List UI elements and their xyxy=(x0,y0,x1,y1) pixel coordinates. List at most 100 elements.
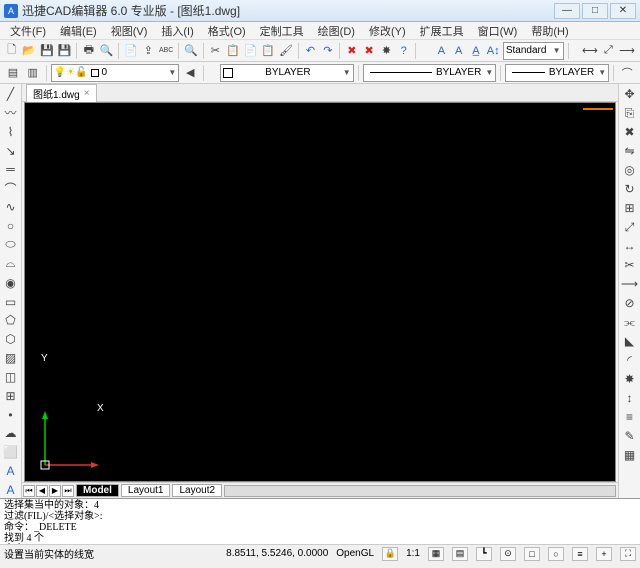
paste-icon[interactable]: 📄 xyxy=(243,42,259,60)
ellipse-icon[interactable]: ⬭ xyxy=(3,237,19,253)
osnap-toggle[interactable]: □ xyxy=(524,547,540,561)
xline-icon[interactable]: 〰 xyxy=(3,105,19,121)
polar-toggle[interactable]: ⊙ xyxy=(500,547,516,561)
new-icon[interactable]: 🗋 xyxy=(4,42,19,60)
close-button[interactable]: ✕ xyxy=(610,3,636,19)
text-height-icon[interactable]: A↕ xyxy=(486,42,501,60)
dim-linear-icon[interactable]: ⟷ xyxy=(581,42,599,60)
close-tab-icon[interactable]: × xyxy=(84,88,90,99)
annoscale-icon[interactable]: 🔒 xyxy=(382,547,398,561)
rotate-icon[interactable]: ↻ xyxy=(622,181,638,197)
minimize-button[interactable]: — xyxy=(554,3,580,19)
align-icon[interactable]: ≡ xyxy=(622,409,638,425)
menu-edit[interactable]: 编辑(E) xyxy=(54,22,103,40)
text-icon[interactable]: A xyxy=(3,482,19,498)
polyline-icon[interactable]: ⌇ xyxy=(3,124,19,140)
edit-pline-icon[interactable]: ✎ xyxy=(622,428,638,444)
ortho-toggle[interactable]: ┗ xyxy=(476,547,492,561)
copy-icon[interactable]: 📋 xyxy=(225,42,241,60)
point-icon[interactable]: • xyxy=(3,407,19,423)
delete-icon[interactable]: ✖ xyxy=(344,42,359,60)
menu-modify[interactable]: 修改(Y) xyxy=(363,22,412,40)
text-style-icon[interactable]: A̲ xyxy=(468,42,483,60)
layer-state-icon[interactable]: ▥ xyxy=(24,64,42,82)
join-icon[interactable]: ⫘ xyxy=(622,314,638,330)
chamfer-icon[interactable]: ◣ xyxy=(622,333,638,349)
purge-icon[interactable]: ✸ xyxy=(379,42,394,60)
array-icon[interactable]: ⊞ xyxy=(622,200,638,216)
export-icon[interactable]: ⇪ xyxy=(141,42,156,60)
region-icon[interactable]: ⬡ xyxy=(3,331,19,347)
insert-icon[interactable]: ⊞ xyxy=(3,388,19,404)
menu-view[interactable]: 视图(V) xyxy=(105,22,154,40)
open-icon[interactable]: 📂 xyxy=(21,42,37,60)
move-icon[interactable]: ✥ xyxy=(622,86,638,102)
mtext-icon[interactable]: A xyxy=(3,463,19,479)
spellcheck-icon[interactable]: ABC xyxy=(158,42,174,60)
menu-insert[interactable]: 插入(I) xyxy=(155,22,199,40)
saveall-icon[interactable]: 💾 xyxy=(57,42,73,60)
explode-icon[interactable]: ✸ xyxy=(622,371,638,387)
ellipse-arc-icon[interactable]: ⌓ xyxy=(3,256,19,272)
tab-layout1[interactable]: Layout1 xyxy=(121,484,171,497)
block-icon[interactable]: ◫ xyxy=(3,369,19,385)
erase-icon[interactable]: ✖ xyxy=(362,42,377,60)
maximize-button[interactable]: □ xyxy=(582,3,608,19)
tab-last-icon[interactable]: ⏭ xyxy=(62,485,74,497)
model-toggle[interactable]: + xyxy=(596,547,612,561)
redo-icon[interactable]: ↷ xyxy=(320,42,335,60)
layer-combo[interactable]: 💡 ☀ 🔓 0 ▼ xyxy=(51,64,180,82)
lengthen-icon[interactable]: ↕ xyxy=(622,390,638,406)
command-window[interactable]: 选择集当中的对象：4 过滤(FIL)/<选择对象>: 命令：_DELETE 找到… xyxy=(0,498,640,544)
spline-icon[interactable]: ∿ xyxy=(3,199,19,215)
text-a-icon[interactable]: A xyxy=(434,42,449,60)
find-icon[interactable]: 🔍 xyxy=(183,42,199,60)
save-icon[interactable]: 💾 xyxy=(39,42,55,60)
dim-continue-icon[interactable]: ⟶ xyxy=(618,42,636,60)
erase-icon[interactable]: ✖ xyxy=(622,124,638,140)
stretch-icon[interactable]: ↔ xyxy=(622,238,638,254)
circle-icon[interactable]: ○ xyxy=(3,218,19,234)
h-scrollbar[interactable] xyxy=(224,485,616,497)
menu-window[interactable]: 窗口(W) xyxy=(472,22,524,40)
edit-hatch-icon[interactable]: ▦ xyxy=(622,447,638,463)
dim-aligned-icon[interactable]: ⤢ xyxy=(601,42,616,60)
tab-prev-icon[interactable]: ◀ xyxy=(36,485,48,497)
undo-icon[interactable]: ↶ xyxy=(303,42,318,60)
menu-custom-tools[interactable]: 定制工具 xyxy=(254,22,310,40)
preview-icon[interactable]: 🔍 xyxy=(98,42,114,60)
scale-icon[interactable]: ⤢ xyxy=(622,219,638,235)
arc-icon[interactable]: ⌒ xyxy=(618,64,636,82)
arc-icon[interactable]: ⌒ xyxy=(3,180,19,196)
donut-icon[interactable]: ◉ xyxy=(3,275,19,291)
tab-model[interactable]: Model xyxy=(76,484,119,497)
text-style-combo[interactable]: Standard ▼ xyxy=(503,42,564,60)
layer-manager-icon[interactable]: ▤ xyxy=(4,64,22,82)
doc-tab[interactable]: 图纸1.dwg × xyxy=(26,84,97,102)
tab-next-icon[interactable]: ▶ xyxy=(49,485,61,497)
menu-format[interactable]: 格式(O) xyxy=(202,22,252,40)
break-icon[interactable]: ⊘ xyxy=(622,295,638,311)
fillet-icon[interactable]: ◜ xyxy=(622,352,638,368)
lineweight-combo[interactable]: BYLAYER ▼ xyxy=(505,64,609,82)
help-icon[interactable]: ? xyxy=(396,42,411,60)
paste-special-icon[interactable]: 📋 xyxy=(260,42,276,60)
ray-icon[interactable]: ↘ xyxy=(3,143,19,159)
menu-draw[interactable]: 绘图(D) xyxy=(312,22,361,40)
grid-toggle[interactable]: ▤ xyxy=(452,547,468,561)
menu-ext-tools[interactable]: 扩展工具 xyxy=(414,22,470,40)
menu-file[interactable]: 文件(F) xyxy=(4,22,52,40)
copy-obj-icon[interactable]: ⎘ xyxy=(622,105,638,121)
line-icon[interactable]: ╱ xyxy=(3,86,19,102)
linetype-combo[interactable]: BYLAYER ▼ xyxy=(363,64,497,82)
fullscreen-icon[interactable]: ⛶ xyxy=(620,547,636,561)
wipeout-icon[interactable]: ⬜ xyxy=(3,444,19,460)
revcloud-icon[interactable]: ☁ xyxy=(3,426,19,442)
matchprop-icon[interactable]: 🖌 xyxy=(278,42,294,60)
polygon-icon[interactable]: ⬠ xyxy=(3,312,19,328)
drawing-viewport[interactable]: Y X xyxy=(24,102,616,482)
tab-layout2[interactable]: Layout2 xyxy=(172,484,222,497)
mline-icon[interactable]: ═ xyxy=(3,162,19,178)
lwt-toggle[interactable]: ≡ xyxy=(572,547,588,561)
cut-icon[interactable]: ✂ xyxy=(208,42,223,60)
